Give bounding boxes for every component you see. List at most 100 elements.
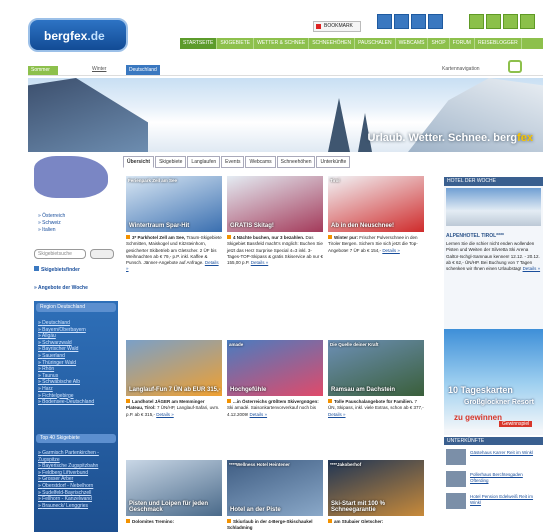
offer-image[interactable]: ****Wellness Hotel Heintener Hotel an der… xyxy=(227,460,323,516)
region-link[interactable]: Allgäu xyxy=(38,333,118,340)
top-area-link[interactable]: Fellhorn - Kanzelwand xyxy=(38,496,118,503)
map-navigation-label[interactable]: Kartennavigation xyxy=(442,66,480,72)
accommodation-thumb[interactable] xyxy=(446,449,466,465)
region-link[interactable]: Schwarzwald xyxy=(38,340,118,347)
nav-item[interactable]: SCHNEEHÖHEN xyxy=(309,38,356,49)
regions-heading: Region Deutschland xyxy=(36,303,116,312)
accommodation-name[interactable]: Hotel Pension Edelweiß Reit im Winkl xyxy=(470,494,540,506)
nav-item[interactable]: WETTER & SCHNEE xyxy=(254,38,310,49)
tagline-text: Urlaub. Wetter. Schnee. berg xyxy=(367,132,518,144)
offer-image[interactable]: ****Jakoberhof Ski-Start mit 100 % Schnee… xyxy=(328,460,424,516)
tab-item[interactable]: Schneehöhen xyxy=(276,156,316,168)
accommodation-name[interactable]: Pollerhaus Berchtesgaden Ofterding xyxy=(470,472,540,484)
offer-image[interactable]: Die Quelle deiner Kraft Ramsau am Dachste… xyxy=(328,340,424,396)
nav-item[interactable]: SHOP xyxy=(428,38,450,49)
region-link[interactable]: Bayrischer Wald xyxy=(38,346,118,353)
region-link[interactable]: Schwäbische Alb xyxy=(38,379,118,386)
ski-icon[interactable] xyxy=(377,14,392,29)
nav-item[interactable]: SKIGEBIETE xyxy=(217,38,255,49)
region-link[interactable]: Thüringer Wald xyxy=(38,360,118,367)
contest-ad[interactable]: 10 Tageskarten Großglockner Resort zu ge… xyxy=(444,329,543,429)
offer-details-link[interactable]: Details » xyxy=(251,260,269,265)
ski-tour-icon[interactable] xyxy=(428,14,443,29)
ad-win: zu gewinnen xyxy=(454,413,502,422)
hiking-icon[interactable] xyxy=(469,14,484,29)
offer-details-link[interactable]: Details » xyxy=(382,248,400,253)
sommer-tab[interactable]: Sommer xyxy=(28,66,58,75)
country-link[interactable]: Italien xyxy=(38,227,118,234)
contest-button[interactable]: Gewinnspiel xyxy=(499,421,533,427)
region-tab[interactable]: Deutschland xyxy=(126,65,160,75)
accommodation-name[interactable]: Gästehaus Karrer Reit im Winkl xyxy=(470,450,540,456)
nav-item[interactable]: FORUM xyxy=(450,38,475,49)
bergfex-logo[interactable]: bergfex.de xyxy=(28,18,128,52)
accommodation-item[interactable]: Pollerhaus Berchtesgaden Ofterding xyxy=(446,470,543,490)
tab-item[interactable]: Langlaufen xyxy=(187,156,221,168)
accommodation-item[interactable]: Hotel Pension Edelweiß Reit im Winkl xyxy=(446,492,543,512)
region-link[interactable]: Harz xyxy=(38,386,118,393)
nav-item[interactable]: PAUSCHALEN xyxy=(355,38,396,49)
top-area-link[interactable]: Bayerische Zugspitzbahn xyxy=(38,463,118,470)
country-link[interactable]: Österreich xyxy=(38,213,118,220)
tab-item[interactable]: Übersicht xyxy=(123,156,155,168)
nav-item[interactable]: STARTSEITE xyxy=(180,38,218,49)
region-link[interactable]: Bayern/Oberbayern xyxy=(38,327,118,334)
ski-area-search-input[interactable]: Skigebietsuche xyxy=(34,249,86,259)
accommodation-item[interactable]: Gästehaus Karrer Reit im Winkl xyxy=(446,448,543,468)
offer-label: Wintertraum Spar-Hit xyxy=(129,223,190,229)
top-area-link[interactable]: Grosser Arber xyxy=(38,476,118,483)
langlauf-icon[interactable] xyxy=(394,14,409,29)
top-area-link[interactable]: Brauneck/ Lenggries xyxy=(38,503,118,510)
country-link[interactable]: Schweiz xyxy=(38,220,118,227)
germany-map[interactable] xyxy=(34,156,108,198)
winter-tag xyxy=(370,14,376,32)
top-area-link[interactable]: Feldberg Liftverbund xyxy=(38,470,118,477)
nav-item[interactable]: REISEBLOGGER xyxy=(475,38,522,49)
offer-lead: am Stubaier Gletscher: xyxy=(334,519,384,524)
bullet-icon xyxy=(227,235,231,239)
offer-details-link[interactable]: Details » xyxy=(156,412,174,417)
top-area-link[interactable]: Sudelfeld-Bayrischzell xyxy=(38,490,118,497)
bookmark-button[interactable]: BOOKMARK xyxy=(313,21,361,32)
hotel-image[interactable] xyxy=(446,188,541,226)
tab-item[interactable]: Webcams xyxy=(245,156,276,168)
map-navigation-icon[interactable] xyxy=(508,60,522,73)
top-area-link[interactable]: Garmisch Partenkirchen - Zugspitze xyxy=(38,450,118,463)
offer-image[interactable]: Langlauf-Fun 7 ÜN ab EUR 315,- xyxy=(126,340,222,396)
region-link[interactable]: Deutschland xyxy=(38,320,118,327)
offer-details-link[interactable]: Details » xyxy=(328,412,346,417)
offer-image[interactable]: Ferienpark Zell am See Wintertraum Spar-H… xyxy=(126,176,222,232)
skigebietsfinder-link[interactable]: Skigebietsfinder xyxy=(34,266,80,273)
accommodation-thumb[interactable] xyxy=(446,471,466,487)
star-icon[interactable] xyxy=(520,14,535,29)
snowboard-icon[interactable] xyxy=(411,14,426,29)
search-button[interactable] xyxy=(90,249,114,259)
hotel-details-link[interactable]: Details » xyxy=(523,266,541,271)
top-area-link[interactable]: Oberstdorf - Nebelhorn xyxy=(38,483,118,490)
region-link[interactable]: Bodensee-Deutschland xyxy=(38,399,118,406)
golf-icon[interactable] xyxy=(503,14,518,29)
tree-graphic xyxy=(328,98,350,152)
offer-image[interactable]: Pisten und Loipen für jeden Geschmack xyxy=(126,460,222,516)
region-link[interactable]: Sauerland xyxy=(38,353,118,360)
offer-image[interactable]: Tirol Ab in den Neuschnee! xyxy=(328,176,424,232)
region-link[interactable]: Rhön xyxy=(38,366,118,373)
nav-item[interactable]: WEBCAMS xyxy=(396,38,429,49)
offer-lead: ...in Österreichs größtem Skivergnügen: xyxy=(233,399,319,404)
tab-item[interactable]: Unterkünfte xyxy=(316,156,351,168)
offer-details-link[interactable]: Details » xyxy=(250,412,268,417)
country-links: Österreich Schweiz Italien xyxy=(38,213,118,234)
region-link[interactable]: Taunus xyxy=(38,373,118,380)
winter-tab[interactable]: Winter xyxy=(92,66,106,72)
bike-icon[interactable] xyxy=(486,14,501,29)
offer-image[interactable]: amade Hochgefühle xyxy=(227,340,323,396)
offer-image[interactable]: GRATIS Skitag! xyxy=(227,176,323,232)
tab-item[interactable]: Events xyxy=(221,156,245,168)
offer-card: Ferienpark Zell am See Wintertraum Spar-H… xyxy=(126,176,222,273)
hotel-name[interactable]: ALPENHOTEL TIROL**** xyxy=(446,233,504,239)
accommodation-thumb[interactable] xyxy=(446,493,466,509)
offer-text: Winter pur: Frischer Pulverschnee in den… xyxy=(328,235,424,254)
region-link[interactable]: Fichtelgebirge xyxy=(38,393,118,400)
tab-item[interactable]: Skigebiete xyxy=(155,156,187,168)
angebote-link[interactable]: Angebote der Woche xyxy=(34,285,88,291)
